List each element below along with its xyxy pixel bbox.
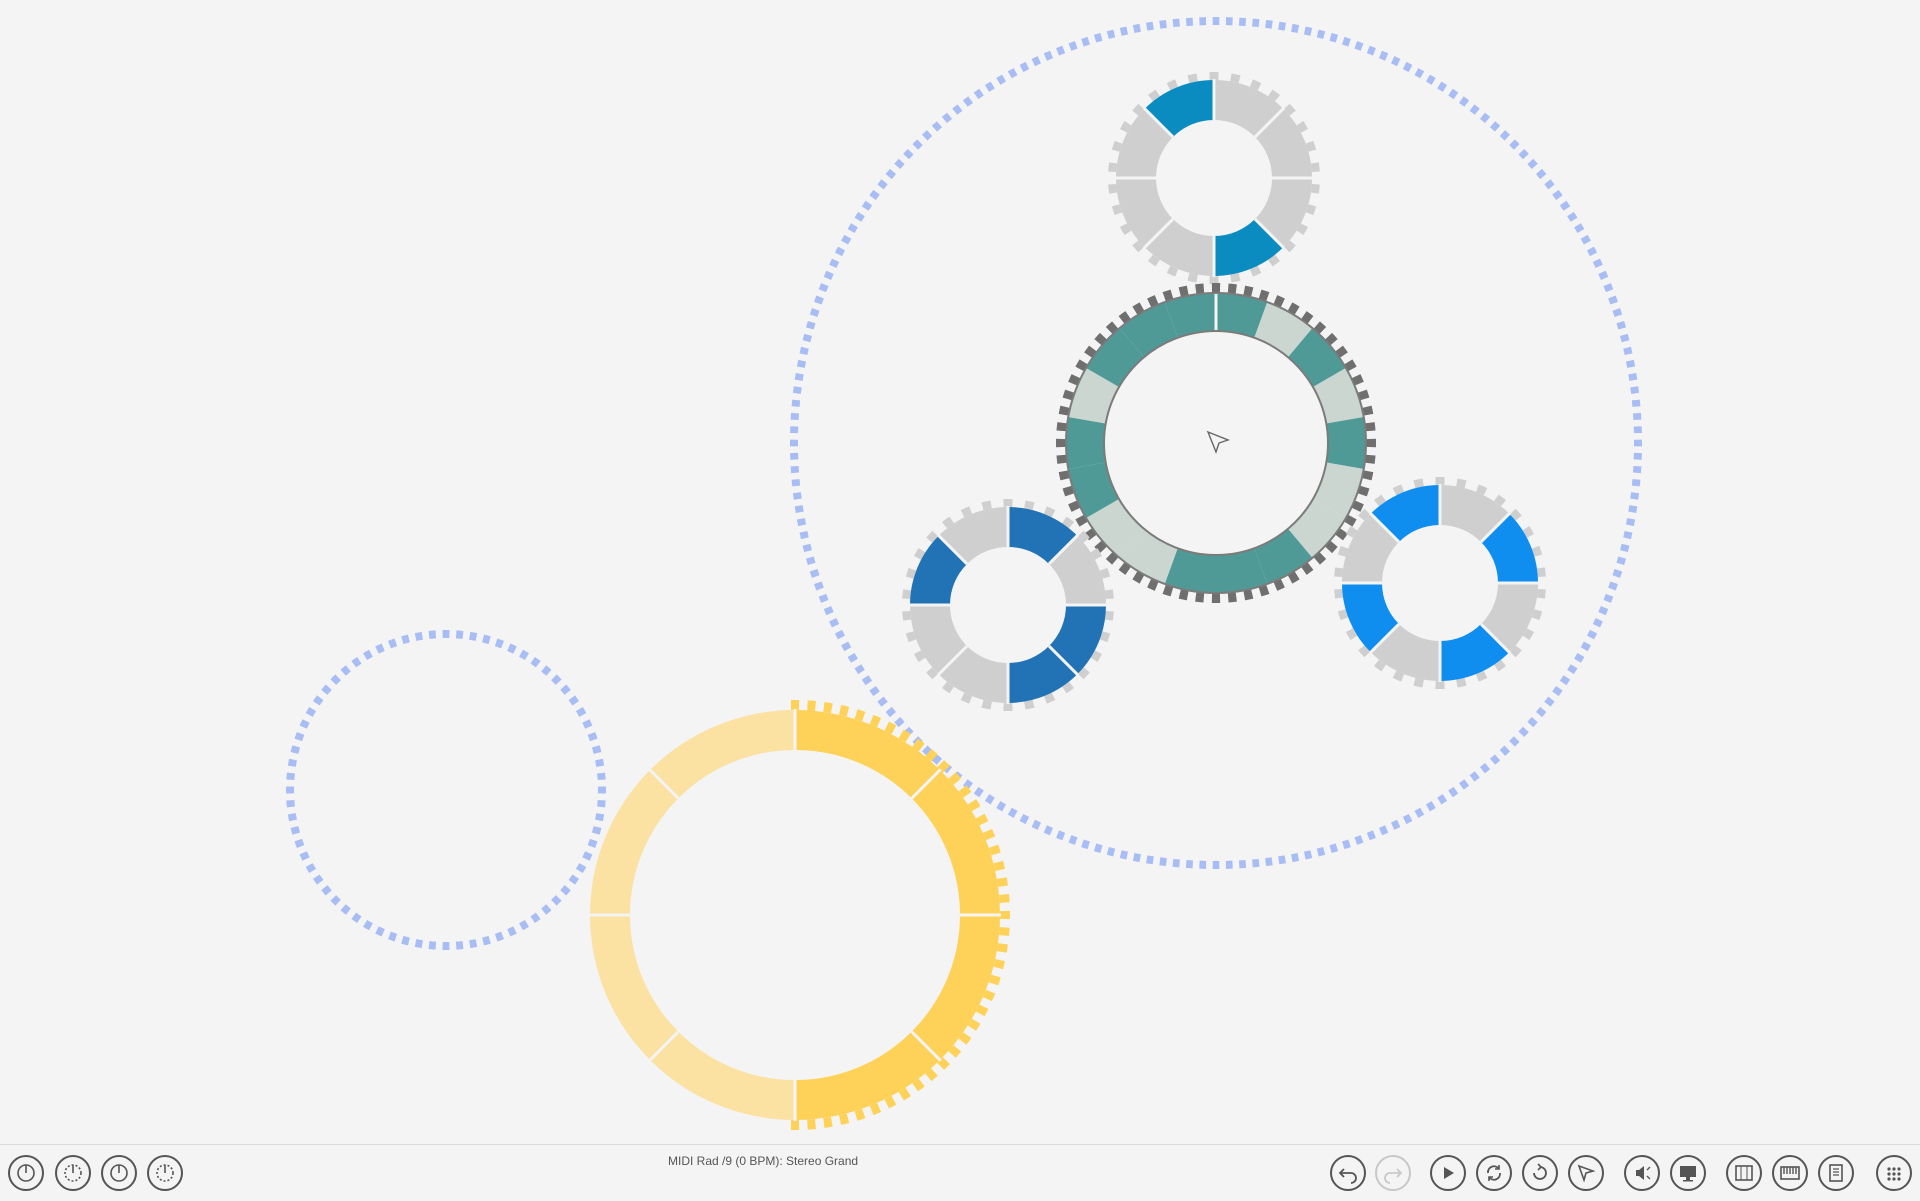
status-text: MIDI Rad /9 (0 BPM): Stereo Grand bbox=[668, 1154, 859, 1168]
pointer-icon bbox=[1577, 1164, 1596, 1183]
dial-knob-icon bbox=[156, 1164, 174, 1182]
rotate-icon bbox=[1533, 1163, 1547, 1180]
redo-icon bbox=[1384, 1168, 1403, 1184]
play-button[interactable] bbox=[1430, 1155, 1466, 1191]
undo-button[interactable] bbox=[1330, 1155, 1366, 1191]
play-icon bbox=[1444, 1167, 1454, 1179]
monitor-icon bbox=[1680, 1166, 1696, 1182]
mouse-cursor-icon bbox=[1206, 430, 1231, 455]
power-knob-icon bbox=[110, 1164, 128, 1182]
dial-knob-icon bbox=[64, 1164, 82, 1182]
olive-gear[interactable] bbox=[286, 630, 606, 950]
loop-icon bbox=[1487, 1165, 1501, 1181]
undo-icon bbox=[1338, 1168, 1357, 1184]
redo-button bbox=[1375, 1155, 1411, 1191]
menu-dots-button[interactable] bbox=[1876, 1155, 1912, 1191]
notes-button[interactable] bbox=[1818, 1155, 1854, 1191]
document-icon bbox=[1829, 1164, 1843, 1182]
power-knob-3-button[interactable] bbox=[101, 1155, 137, 1191]
power-knob-1-button[interactable] bbox=[8, 1155, 44, 1191]
screen-button[interactable] bbox=[1670, 1155, 1706, 1191]
redo-rotate-button[interactable] bbox=[1522, 1155, 1558, 1191]
speaker-button[interactable] bbox=[1624, 1155, 1660, 1191]
power-knob-4-button[interactable] bbox=[147, 1155, 183, 1191]
gear-canvas[interactable] bbox=[0, 0, 1920, 1144]
bottom-toolbar bbox=[0, 1144, 1920, 1201]
power-knob-2-button[interactable] bbox=[55, 1155, 91, 1191]
speaker-icon bbox=[1636, 1166, 1651, 1180]
piano-button[interactable] bbox=[1726, 1155, 1762, 1191]
keyboard-button[interactable] bbox=[1772, 1155, 1808, 1191]
keyboard-icon bbox=[1780, 1166, 1800, 1180]
left-blue-gear[interactable] bbox=[902, 498, 1114, 711]
loop-button[interactable] bbox=[1476, 1155, 1512, 1191]
yellow-gear[interactable] bbox=[589, 699, 1011, 1130]
power-knob-icon bbox=[17, 1164, 35, 1182]
piano-icon bbox=[1735, 1165, 1753, 1181]
select-tool-button[interactable] bbox=[1568, 1155, 1604, 1191]
right-blue-gear[interactable] bbox=[1334, 477, 1546, 689]
dots-grid-icon bbox=[1887, 1167, 1901, 1181]
top-small-gear[interactable] bbox=[1108, 72, 1320, 285]
